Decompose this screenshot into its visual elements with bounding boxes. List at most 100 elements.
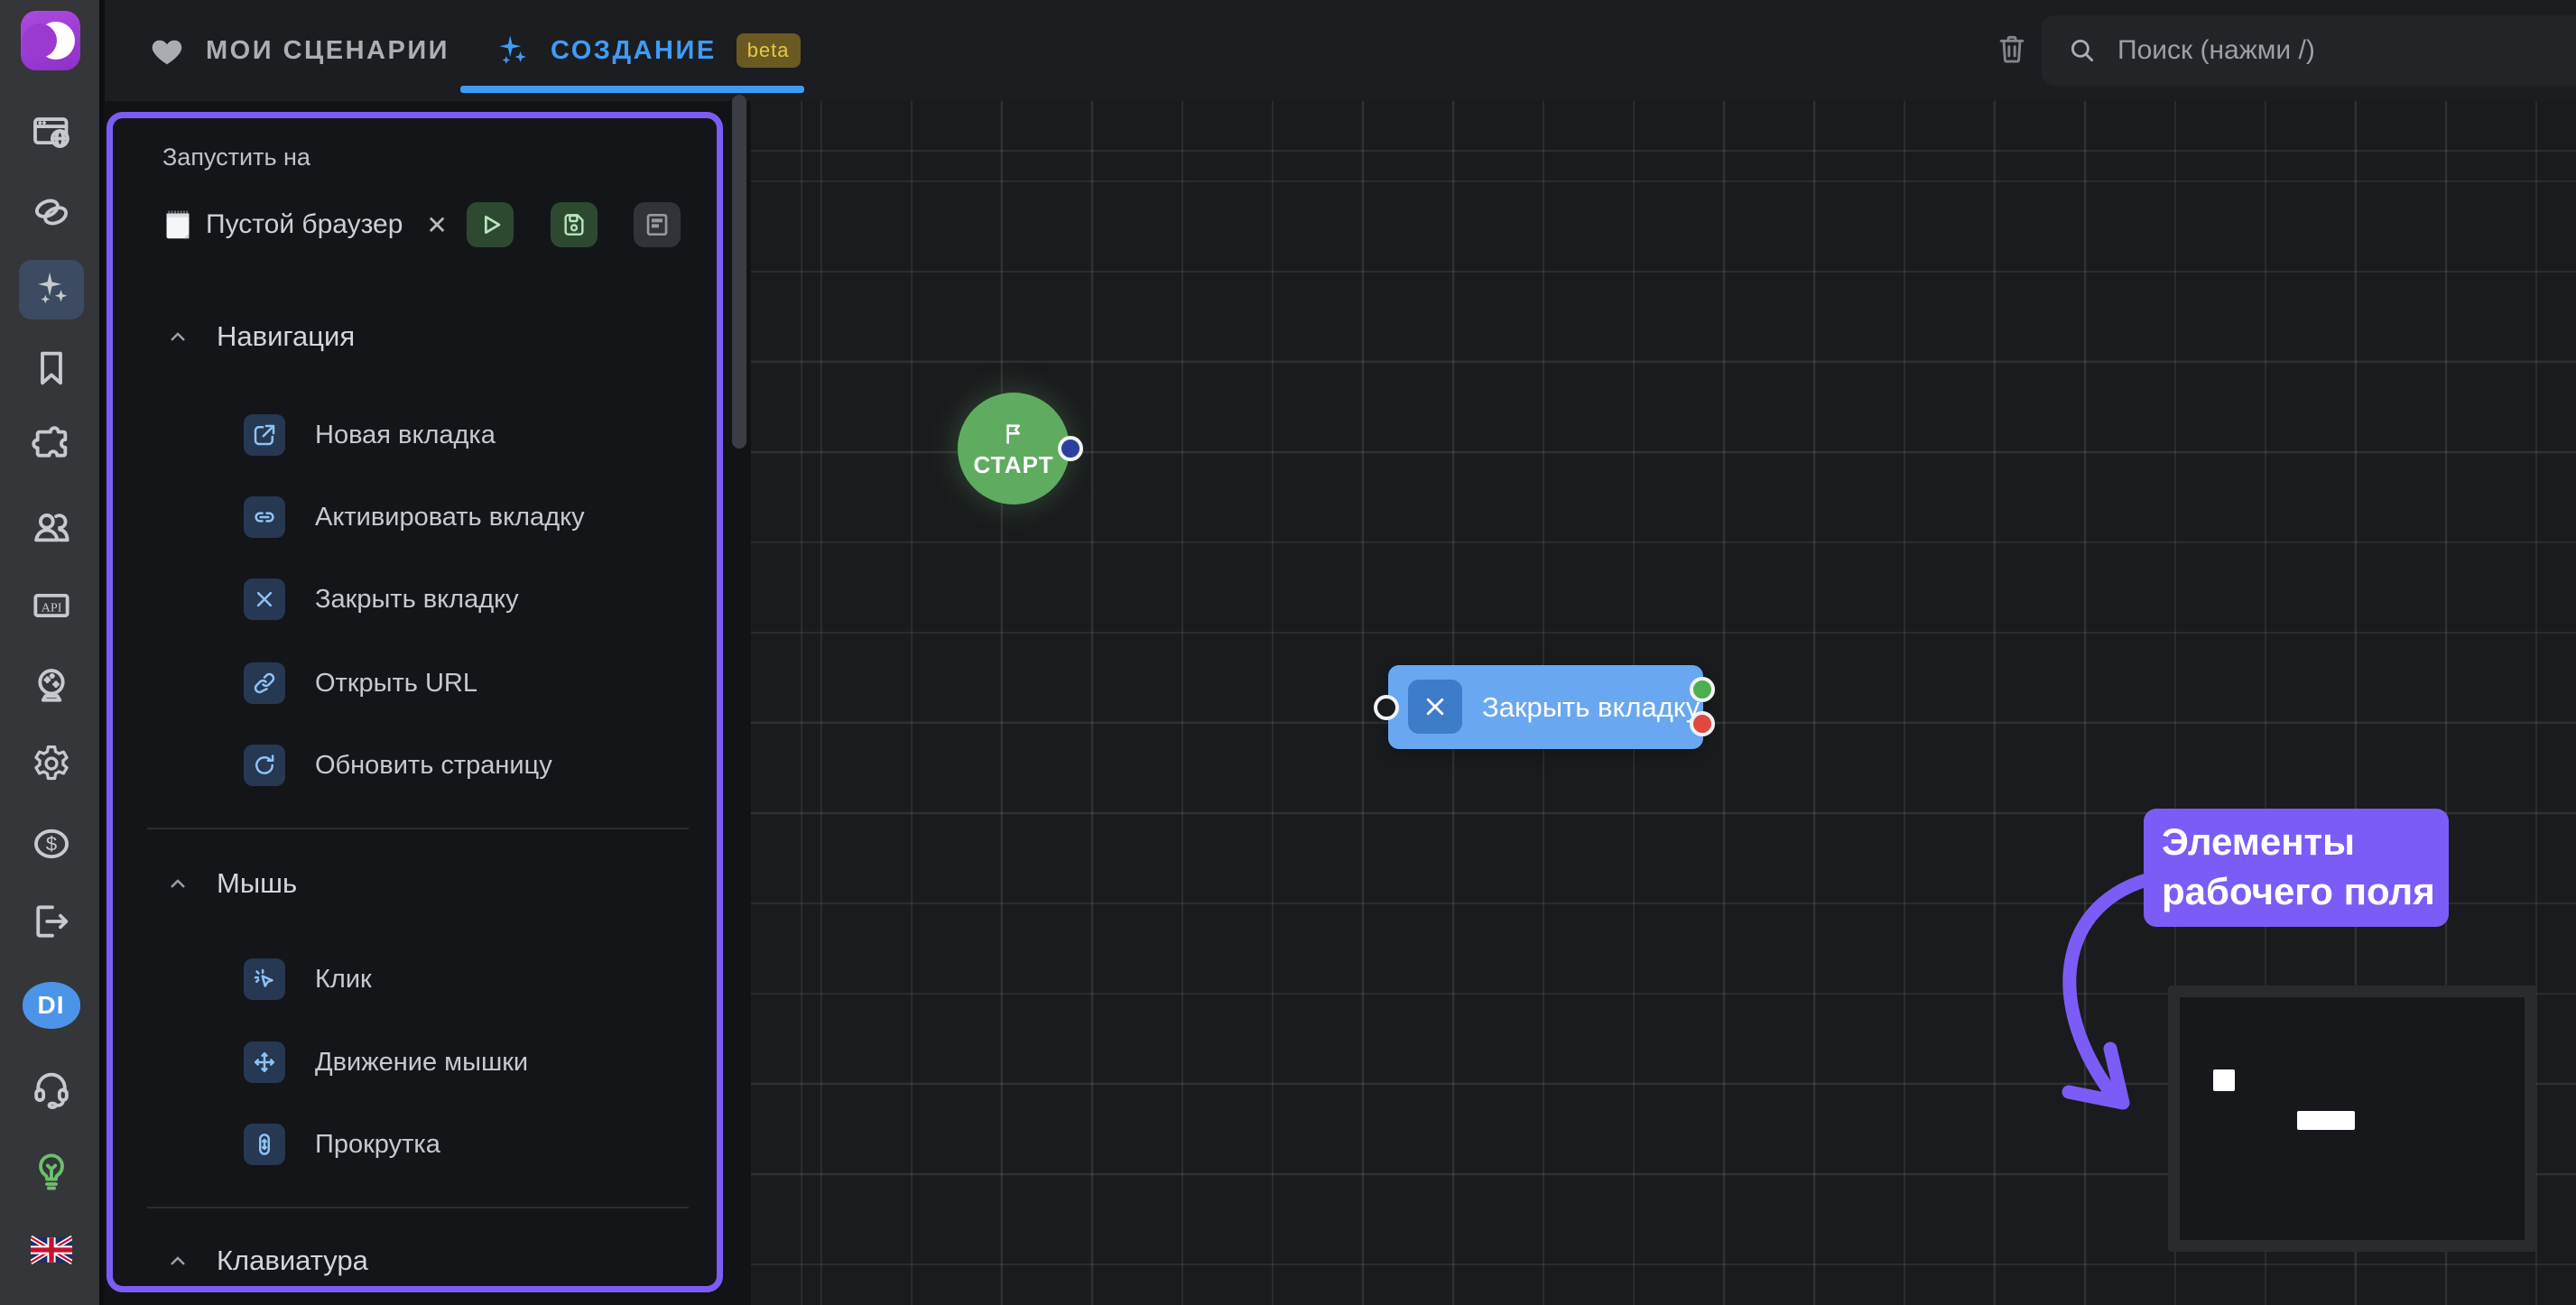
section-divider bbox=[147, 828, 689, 829]
team-icon bbox=[31, 506, 72, 548]
callout-line1: Элементы bbox=[2162, 818, 2449, 867]
section-header-mouse[interactable]: Мышь bbox=[113, 861, 717, 906]
node-error-port[interactable] bbox=[1690, 711, 1715, 736]
mouse-move-icon bbox=[251, 1049, 278, 1076]
doc-icon bbox=[643, 210, 672, 239]
panel-item[interactable]: Активировать вкладку bbox=[113, 490, 717, 544]
browser-chip-label: Пустой браузер bbox=[206, 209, 403, 240]
section-title: Мышь bbox=[217, 867, 297, 900]
sidebar-item-sparkles[interactable] bbox=[0, 256, 102, 325]
trash-button[interactable] bbox=[1995, 30, 2031, 69]
sidebar-item-lightbulb[interactable] bbox=[0, 1139, 102, 1208]
sidebar-item-logout[interactable] bbox=[0, 889, 102, 958]
tab-my-scenarios[interactable]: МОИ СЦЕНАРИИ bbox=[148, 0, 449, 101]
scenario-builder-app: API $ DI МОИ СЦЕНАРИИ СОЗДАНИЕ beta Запуст… bbox=[0, 0, 2576, 1305]
lightbulb-icon bbox=[31, 1151, 72, 1192]
new-tab-icon bbox=[251, 421, 278, 449]
save-scenario-button[interactable] bbox=[551, 202, 598, 247]
browser-globe-icon bbox=[31, 112, 72, 153]
panel-scrollbar[interactable] bbox=[732, 95, 746, 449]
panel-item-label: Клик bbox=[315, 965, 372, 995]
panel-item-label: Новая вкладка bbox=[315, 421, 496, 450]
activate-tab-icon bbox=[251, 504, 278, 531]
panel-item[interactable]: Прокрутка bbox=[113, 1117, 717, 1171]
play-icon bbox=[476, 210, 505, 239]
panel-item-label: Активировать вкладку bbox=[315, 503, 585, 532]
close-tab-node[interactable]: Закрыть вкладку bbox=[1388, 665, 1703, 749]
dollar-icon: $ bbox=[31, 823, 72, 865]
gear-icon bbox=[31, 743, 72, 784]
close-icon bbox=[251, 586, 278, 613]
panel-item-label: Движение мышки bbox=[315, 1048, 528, 1078]
actions-panel: Запустить на Пустой браузер ✕ bbox=[107, 112, 723, 1292]
node-success-port[interactable] bbox=[1690, 677, 1715, 702]
search-icon bbox=[2067, 35, 2098, 66]
new-tab-icon bbox=[244, 414, 285, 456]
sidebar-item-proxy-links[interactable] bbox=[0, 180, 102, 248]
sparkles-icon bbox=[493, 32, 531, 69]
run-scenario-button[interactable] bbox=[467, 202, 514, 247]
chevron-up-icon bbox=[164, 323, 191, 350]
crystal-ball-icon bbox=[31, 664, 72, 706]
click-icon bbox=[244, 958, 285, 1000]
close-icon bbox=[244, 578, 285, 620]
flag-icon bbox=[998, 419, 1029, 449]
panel-item[interactable]: Закрыть вкладку bbox=[113, 572, 717, 626]
start-node-label: СТАРТ bbox=[973, 451, 1053, 479]
click-icon bbox=[251, 966, 278, 993]
browser-chip[interactable]: Пустой браузер ✕ bbox=[162, 201, 448, 248]
chip-close-icon[interactable]: ✕ bbox=[426, 210, 447, 240]
headset-icon bbox=[31, 1068, 72, 1109]
topbar: МОИ СЦЕНАРИИ СОЗДАНИЕ beta bbox=[105, 0, 2576, 101]
panel-item[interactable]: Движение мышки bbox=[113, 1035, 717, 1089]
log-button[interactable] bbox=[634, 202, 681, 247]
node-input-port[interactable] bbox=[1374, 695, 1399, 720]
api-icon: API bbox=[31, 585, 72, 626]
trash-icon bbox=[1995, 30, 2029, 68]
start-output-port[interactable] bbox=[1058, 436, 1083, 461]
tab-label: СОЗДАНИЕ bbox=[551, 36, 717, 66]
panel-item[interactable]: Обновить страницу bbox=[113, 738, 717, 792]
sidebar-item-browser-globe[interactable] bbox=[0, 100, 102, 169]
panel-item-label: Прокрутка bbox=[315, 1130, 440, 1160]
panel-item[interactable]: Открыть URL bbox=[113, 656, 717, 710]
sidebar-item-headset[interactable] bbox=[0, 1056, 102, 1125]
floppy-icon bbox=[560, 210, 588, 239]
logout-icon bbox=[31, 901, 72, 942]
callout-line2: рабочего поля bbox=[2162, 867, 2449, 917]
mouse-move-icon bbox=[244, 1041, 285, 1083]
panel-item[interactable]: Клик bbox=[113, 952, 717, 1006]
panel-item-label: Открыть URL bbox=[315, 669, 477, 699]
sidebar-item-api[interactable]: API bbox=[0, 573, 102, 642]
activate-tab-icon bbox=[244, 496, 285, 538]
section-title: Навигация bbox=[217, 320, 355, 353]
app-logo[interactable] bbox=[21, 11, 80, 70]
sidebar-item-bookmark[interactable] bbox=[0, 336, 102, 404]
start-node[interactable]: СТАРТ bbox=[958, 393, 1070, 504]
sidebar-item-uk-flag[interactable] bbox=[0, 1216, 102, 1284]
panel-item-label: Обновить страницу bbox=[315, 751, 552, 781]
sidebar-item-dollar[interactable]: $ bbox=[0, 811, 102, 880]
user-avatar[interactable]: DI bbox=[23, 982, 80, 1029]
panel-item[interactable]: Новая вкладка bbox=[113, 408, 717, 462]
active-tab-underline bbox=[460, 86, 804, 93]
sidebar-item-crystal-ball[interactable] bbox=[0, 652, 102, 721]
search-input[interactable] bbox=[2098, 15, 2576, 86]
proxy-links-icon bbox=[31, 191, 72, 233]
section-header-navigation[interactable]: Навигация bbox=[113, 314, 717, 359]
sidebar-item-avatar[interactable]: DI bbox=[0, 971, 102, 1040]
sidebar-item-gear[interactable] bbox=[0, 731, 102, 800]
sidebar: API $ DI bbox=[0, 0, 102, 1305]
heart-icon bbox=[148, 32, 186, 69]
workspace-elements-callout: Элементы рабочего поля bbox=[2144, 809, 2449, 927]
beta-badge: beta bbox=[737, 33, 801, 68]
sidebar-item-team[interactable] bbox=[0, 495, 102, 563]
chevron-up-icon bbox=[164, 1247, 191, 1274]
scroll-icon bbox=[251, 1131, 278, 1158]
run-on-label: Запустить на bbox=[162, 143, 310, 171]
open-url-icon bbox=[251, 670, 278, 697]
section-header-keyboard[interactable]: Клавиатура bbox=[113, 1238, 717, 1283]
uk-flag-icon bbox=[31, 1229, 72, 1271]
open-url-icon bbox=[244, 662, 285, 704]
sidebar-item-puzzle[interactable] bbox=[0, 412, 102, 481]
